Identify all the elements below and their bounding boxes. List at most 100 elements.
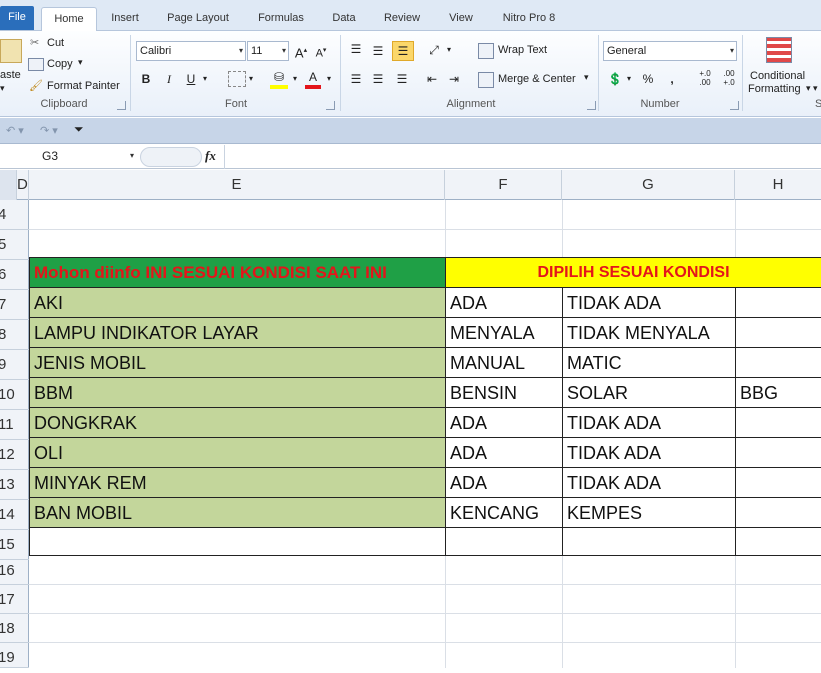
orientation-dropdown-icon[interactable]: ▾ bbox=[444, 41, 454, 59]
item-cell[interactable]: DONGKRAK bbox=[30, 408, 446, 438]
row-header[interactable]: 13 bbox=[0, 470, 29, 500]
merge-center-button[interactable]: Merge & Center bbox=[498, 73, 576, 85]
option-f-cell[interactable]: ADA bbox=[446, 288, 563, 318]
conditional-dropdown-icon[interactable]: ▾ bbox=[806, 83, 811, 94]
option-h-cell[interactable] bbox=[736, 348, 821, 378]
option-g-cell[interactable]: TIDAK ADA bbox=[563, 468, 736, 498]
empty-cell[interactable] bbox=[736, 528, 821, 556]
option-g-cell[interactable]: MATIC bbox=[563, 348, 736, 378]
formatting-label[interactable]: Formatting bbox=[748, 83, 801, 95]
row-header[interactable]: 8 bbox=[0, 320, 29, 350]
row-header[interactable]: 9 bbox=[0, 350, 29, 380]
option-f-cell[interactable]: MANUAL bbox=[446, 348, 563, 378]
row-header[interactable]: 19 bbox=[0, 643, 29, 668]
font-size-select[interactable]: 11 ▾ bbox=[247, 41, 289, 61]
tab-view[interactable]: View bbox=[442, 7, 480, 31]
tab-formulas[interactable]: Formulas bbox=[250, 7, 312, 31]
formula-input[interactable] bbox=[224, 145, 821, 169]
underline-dropdown-icon[interactable]: ▾ bbox=[200, 70, 210, 88]
increase-decimal-button[interactable]: +.0 .00 bbox=[694, 69, 716, 87]
option-h-cell[interactable]: BBG bbox=[736, 378, 821, 408]
fill-dropdown-icon[interactable]: ▾ bbox=[290, 70, 300, 88]
empty-cell[interactable] bbox=[30, 528, 446, 556]
copy-button[interactable]: Copy bbox=[47, 58, 73, 70]
redo-icon[interactable]: ↷ ▾ bbox=[40, 124, 58, 137]
row-header[interactable]: 14 bbox=[0, 500, 29, 530]
row-header[interactable]: 7 bbox=[0, 290, 29, 320]
paste-icon[interactable] bbox=[0, 39, 22, 63]
shrink-font-icon[interactable]: A▾ bbox=[314, 42, 328, 60]
item-cell[interactable]: AKI bbox=[30, 288, 446, 318]
item-cell[interactable]: BBM bbox=[30, 378, 446, 408]
column-header-g[interactable]: G bbox=[562, 170, 735, 200]
tab-file[interactable]: File bbox=[0, 6, 34, 30]
row-header[interactable]: 4 bbox=[0, 200, 29, 230]
align-bottom-icon[interactable]: ☰ bbox=[392, 41, 414, 61]
insert-function-icon[interactable]: fx bbox=[205, 148, 216, 164]
decrease-decimal-button[interactable]: .00 +.0 bbox=[718, 69, 740, 87]
row-header[interactable]: 12 bbox=[0, 440, 29, 470]
option-h-cell[interactable] bbox=[736, 498, 821, 528]
italic-button[interactable]: I bbox=[162, 70, 176, 88]
item-cell[interactable]: BAN MOBIL bbox=[30, 498, 446, 528]
borders-icon[interactable] bbox=[228, 71, 246, 87]
item-cell[interactable]: JENIS MOBIL bbox=[30, 348, 446, 378]
undo-icon[interactable]: ↶ ▾ bbox=[6, 124, 24, 137]
row-header[interactable]: 16 bbox=[0, 556, 29, 585]
header-cell-condition[interactable]: Mohon diinfo INI SESUAI KONDISI SAAT INI bbox=[30, 258, 446, 288]
customize-toolbar-icon[interactable]: ⏷ bbox=[74, 122, 84, 137]
column-header-f[interactable]: F bbox=[445, 170, 562, 200]
option-h-cell[interactable] bbox=[736, 468, 821, 498]
paste-button-label[interactable]: aste bbox=[0, 69, 21, 81]
font-color-icon[interactable]: A bbox=[305, 69, 321, 89]
option-f-cell[interactable]: ADA bbox=[446, 408, 563, 438]
align-right-icon[interactable]: ☰ bbox=[394, 70, 410, 88]
align-left-icon[interactable]: ☰ bbox=[348, 70, 364, 88]
copy-dropdown-icon[interactable]: ▾ bbox=[78, 57, 83, 68]
borders-dropdown-icon[interactable]: ▾ bbox=[246, 70, 256, 88]
align-top-icon[interactable]: ☰ bbox=[348, 40, 364, 58]
column-header-d[interactable]: D bbox=[17, 170, 29, 200]
wrap-text-button[interactable]: Wrap Text bbox=[498, 44, 547, 56]
conditional-formatting-label[interactable]: Conditional bbox=[750, 70, 805, 82]
column-header-h[interactable]: H bbox=[735, 170, 821, 200]
tab-review[interactable]: Review bbox=[376, 7, 428, 31]
number-format-select[interactable]: General ▾ bbox=[603, 41, 737, 61]
option-h-cell[interactable] bbox=[736, 318, 821, 348]
increase-indent-icon[interactable]: ⇥ bbox=[446, 70, 462, 88]
option-f-cell[interactable]: BENSIN bbox=[446, 378, 563, 408]
option-f-cell[interactable]: KENCANG bbox=[446, 498, 563, 528]
format-painter-button[interactable]: Format Painter bbox=[47, 80, 120, 92]
select-all-corner[interactable] bbox=[0, 170, 17, 200]
option-h-cell[interactable] bbox=[736, 438, 821, 468]
option-h-cell[interactable] bbox=[736, 408, 821, 438]
font-color-dropdown-icon[interactable]: ▾ bbox=[324, 70, 334, 88]
merge-dropdown-icon[interactable]: ▾ bbox=[584, 72, 589, 83]
number-launcher-icon[interactable] bbox=[730, 101, 739, 110]
fill-color-icon[interactable]: ⛁ bbox=[270, 69, 288, 89]
tab-home[interactable]: Home bbox=[41, 7, 97, 33]
formula-bar-handle[interactable] bbox=[140, 147, 202, 167]
option-g-cell[interactable]: TIDAK ADA bbox=[563, 288, 736, 318]
tab-nitro-pro[interactable]: Nitro Pro 8 bbox=[494, 7, 564, 31]
name-box[interactable]: G3 ▾ bbox=[0, 147, 138, 167]
font-name-select[interactable]: Calibri ▾ bbox=[136, 41, 246, 61]
empty-cell[interactable] bbox=[446, 528, 563, 556]
option-h-cell[interactable] bbox=[736, 288, 821, 318]
tab-page-layout[interactable]: Page Layout bbox=[160, 7, 236, 31]
row-header[interactable]: 11 bbox=[0, 410, 29, 440]
option-g-cell[interactable]: KEMPES bbox=[563, 498, 736, 528]
option-g-cell[interactable]: TIDAK MENYALA bbox=[563, 318, 736, 348]
conditional-formatting-icon[interactable] bbox=[766, 37, 792, 63]
font-launcher-icon[interactable] bbox=[326, 101, 335, 110]
accounting-format-icon[interactable]: 💲 bbox=[606, 70, 624, 88]
option-f-cell[interactable]: MENYALA bbox=[446, 318, 563, 348]
row-header[interactable]: 5 bbox=[0, 230, 29, 260]
tab-data[interactable]: Data bbox=[326, 7, 362, 31]
row-header[interactable]: 18 bbox=[0, 614, 29, 643]
column-header-e[interactable]: E bbox=[29, 170, 445, 200]
item-cell[interactable]: LAMPU INDIKATOR LAYAR bbox=[30, 318, 446, 348]
grow-font-icon[interactable]: A▴ bbox=[294, 42, 308, 60]
item-cell[interactable]: OLI bbox=[30, 438, 446, 468]
styles-scroll-icon[interactable]: ▾ bbox=[813, 83, 818, 94]
